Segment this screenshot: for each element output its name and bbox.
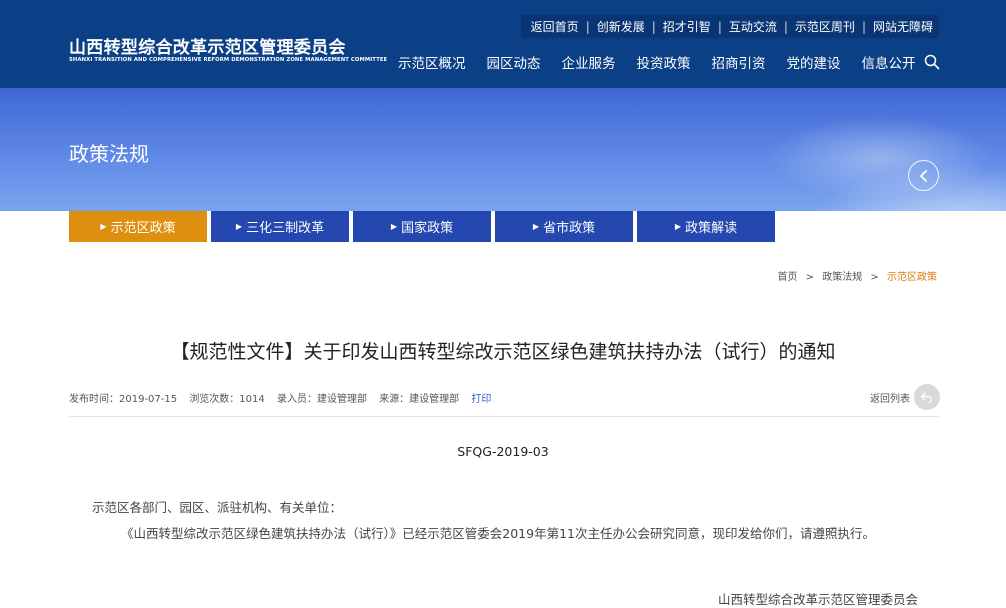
nav-item-investment-attraction[interactable]: 招商引资 <box>712 52 766 72</box>
tab-label: 国家政策 <box>401 221 454 236</box>
top-link-innovation[interactable]: 创新发展 <box>597 18 645 35</box>
top-link-separator: | <box>783 19 788 34</box>
nav-item-park-news[interactable]: 园区动态 <box>487 52 541 72</box>
site-header: 山西转型综合改革示范区管理委员会 SHANXI TRANSITION AND C… <box>0 0 1006 88</box>
tab-zone-policy[interactable]: ▶ 示范区政策 <box>69 211 207 242</box>
top-link-talent[interactable]: 招才引智 <box>663 18 711 35</box>
meta-divider <box>69 416 939 417</box>
triangle-right-icon: ▶ <box>532 222 540 231</box>
tab-label: 三化三制改革 <box>246 221 325 236</box>
breadcrumb-home[interactable]: 首页 <box>777 272 797 283</box>
top-link-separator: | <box>585 19 590 34</box>
breadcrumb-current[interactable]: 示范区政策 <box>887 272 937 283</box>
main-nav: 示范区概况 园区动态 企业服务 投资政策 招商引资 党的建设 信息公开 <box>398 52 937 72</box>
top-link-weekly[interactable]: 示范区周刊 <box>795 18 855 35</box>
breadcrumb-separator: > <box>805 272 815 283</box>
top-link-separator: | <box>717 19 722 34</box>
back-to-list-button[interactable]: 返回列表 <box>870 384 940 410</box>
meta-source: 来源：建设管理部 <box>379 394 460 405</box>
back-to-list-label: 返回列表 <box>870 393 910 405</box>
tab-national-policy[interactable]: ▶ 国家政策 <box>353 211 491 242</box>
top-link-separator: | <box>651 19 656 34</box>
page-banner: 政策法规 <box>0 88 1006 211</box>
meta-entered-by: 录入员：建设管理部 <box>276 394 367 405</box>
body-paragraph: 《山西转型综改示范区绿色建筑扶持办法（试行）》已经示范区管委会2019年第11次… <box>121 526 875 541</box>
top-link-accessibility[interactable]: 网站无障碍 <box>873 18 933 35</box>
tab-label: 政策解读 <box>685 221 738 236</box>
meta-publish-time: 发布时间：2019-07-15 <box>69 394 178 405</box>
tab-provincial-policy[interactable]: ▶ 省市政策 <box>495 211 633 242</box>
triangle-right-icon: ▶ <box>674 222 682 231</box>
top-links-bar: 返回首页 | 创新发展 | 招才引智 | 互动交流 | 示范区周刊 | 网站无障… <box>521 15 939 38</box>
nav-item-overview[interactable]: 示范区概况 <box>398 52 466 72</box>
article-meta: 发布时间：2019-07-15 浏览次数：1014 录入员：建设管理部 来源：建… <box>69 390 491 405</box>
sub-tabs: ▶ 示范区政策 ▶ 三化三制改革 ▶ 国家政策 ▶ 省市政策 ▶ 政策解读 <box>69 211 779 242</box>
nav-item-info-disclosure[interactable]: 信息公开 <box>862 52 916 72</box>
nav-item-enterprise-service[interactable]: 企业服务 <box>562 52 616 72</box>
site-logo-title[interactable]: 山西转型综合改革示范区管理委员会 <box>69 33 346 58</box>
top-link-interaction[interactable]: 互动交流 <box>729 18 777 35</box>
breadcrumb-section[interactable]: 政策法规 <box>822 272 862 283</box>
triangle-right-icon: ▶ <box>390 222 398 231</box>
print-link[interactable]: 打印 <box>471 394 491 405</box>
tab-label: 省市政策 <box>543 221 596 236</box>
top-link-separator: | <box>861 19 866 34</box>
nav-item-investment-policy[interactable]: 投资政策 <box>637 52 691 72</box>
banner-title: 政策法规 <box>69 142 149 166</box>
search-icon[interactable] <box>924 54 940 70</box>
top-link-home[interactable]: 返回首页 <box>531 18 579 35</box>
addressee-line: 示范区各部门、园区、派驻机构、有关单位： <box>92 500 343 515</box>
return-arrow-icon <box>914 384 940 410</box>
site-logo-subtitle: SHANXI TRANSITION AND COMPREHENSIVE REFO… <box>69 57 388 63</box>
triangle-right-icon: ▶ <box>100 222 107 231</box>
document-number: SFQG-2019-03 <box>457 444 549 459</box>
breadcrumb-separator: > <box>870 272 879 283</box>
meta-views: 浏览次数：1014 <box>189 394 265 405</box>
tab-three-reform[interactable]: ▶ 三化三制改革 <box>211 211 349 242</box>
tab-policy-interpretation[interactable]: ▶ 政策解读 <box>637 211 775 242</box>
chevron-left-icon[interactable] <box>908 160 939 191</box>
tab-label: 示范区政策 <box>110 221 176 236</box>
breadcrumb: 首页 > 政策法规 > 示范区政策 <box>777 268 937 283</box>
article-title: 【规范性文件】关于印发山西转型综改示范区绿色建筑扶持办法（试行）的通知 <box>170 341 836 363</box>
issuer-signature: 山西转型综合改革示范区管理委员会 <box>717 592 918 607</box>
triangle-right-icon: ▶ <box>235 222 243 231</box>
nav-item-party-building[interactable]: 党的建设 <box>787 52 841 72</box>
